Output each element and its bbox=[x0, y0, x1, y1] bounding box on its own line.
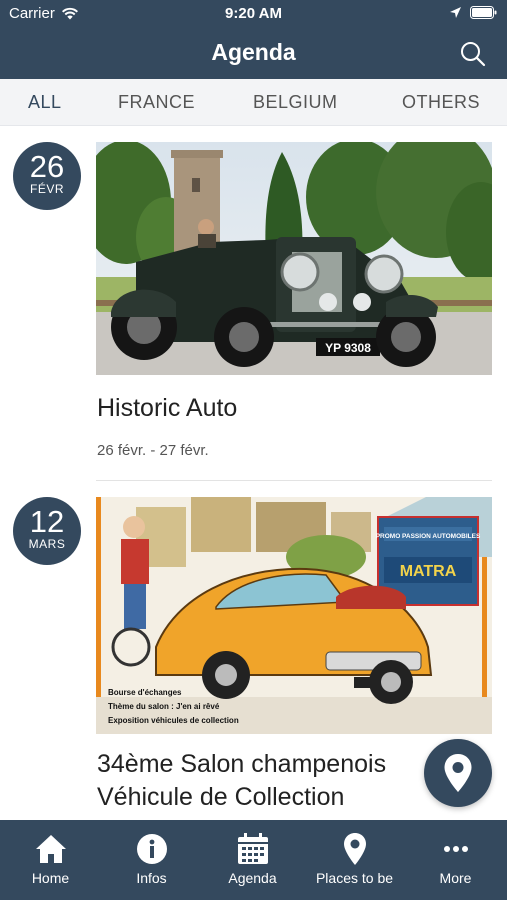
tabbar-item-agenda[interactable]: Agenda bbox=[202, 820, 303, 900]
poster-text: Exposition véhicules de collection bbox=[108, 716, 239, 725]
divider bbox=[96, 480, 492, 481]
tab-france[interactable]: FRANCE bbox=[118, 92, 195, 113]
date-day: 12 bbox=[29, 504, 65, 539]
license-plate-text: YP 9308 bbox=[325, 341, 371, 355]
date-badge: 26 FÉVR bbox=[13, 142, 81, 210]
category-tabs: ALL FRANCE BELGIUM OTHERS bbox=[0, 79, 507, 126]
more-icon bbox=[444, 846, 468, 852]
map-pin-icon bbox=[444, 754, 472, 792]
poster-sign-brand: MATRA bbox=[400, 563, 457, 580]
tab-others[interactable]: OTHERS bbox=[402, 92, 480, 113]
location-arrow-icon bbox=[450, 7, 461, 18]
tabbar-item-more[interactable]: More bbox=[405, 820, 506, 900]
date-month: FÉVR bbox=[29, 182, 64, 196]
search-icon[interactable] bbox=[459, 40, 487, 68]
event-list: 26 FÉVR YP 9308 Historic Auto 26 févr. -… bbox=[0, 126, 507, 820]
status-right bbox=[449, 6, 497, 19]
event-title[interactable]: 34ème Salon champenois Véhicule de Colle… bbox=[97, 748, 437, 814]
tabbar-item-infos[interactable]: Infos bbox=[101, 820, 202, 900]
battery-icon bbox=[470, 6, 497, 19]
vintage-car-photo: YP 9308 bbox=[96, 142, 492, 375]
tabbar-label: More bbox=[439, 870, 472, 886]
info-icon bbox=[137, 834, 167, 864]
tab-belgium[interactable]: BELGIUM bbox=[253, 92, 338, 113]
event-dates: 26 févr. - 27 févr. bbox=[97, 442, 209, 459]
tabbar-item-home[interactable]: Home bbox=[0, 820, 101, 900]
event-title[interactable]: Historic Auto bbox=[97, 392, 437, 425]
page-title: Agenda bbox=[211, 39, 296, 65]
tabbar-label: Home bbox=[31, 870, 70, 886]
map-fab-button[interactable] bbox=[424, 739, 492, 807]
tabbar-item-places[interactable]: Places to be bbox=[304, 820, 405, 900]
poster-sign-text: PROMO PASSION AUTOMOBILES bbox=[376, 533, 481, 540]
matra-poster: PROMO PASSION AUTOMOBILES MATRA Bourse d… bbox=[96, 497, 492, 734]
date-badge: 12 MARS bbox=[13, 497, 81, 565]
tabbar-label: Infos bbox=[136, 870, 167, 886]
home-icon bbox=[36, 835, 66, 863]
bottom-tab-bar: Home Infos Agenda Places to be More bbox=[0, 820, 507, 900]
date-day: 26 bbox=[29, 149, 65, 184]
event-image[interactable]: PROMO PASSION AUTOMOBILES MATRA Bourse d… bbox=[96, 497, 492, 734]
poster-text: Bourse d'échanges bbox=[108, 688, 182, 697]
navigation-bar: Agenda bbox=[0, 28, 507, 79]
date-month: MARS bbox=[28, 537, 66, 551]
status-bar: Carrier 9:20 AM bbox=[0, 0, 507, 28]
poster-text: Thème du salon : J'en ai rêvé bbox=[108, 702, 220, 711]
status-time: 9:20 AM bbox=[225, 5, 282, 22]
calendar-icon bbox=[238, 833, 268, 864]
tabbar-label: Agenda bbox=[228, 870, 277, 886]
tab-all[interactable]: ALL bbox=[28, 92, 62, 113]
map-pin-icon bbox=[344, 833, 366, 865]
tabbar-label: Places to be bbox=[315, 870, 394, 886]
event-image[interactable]: YP 9308 bbox=[96, 142, 492, 375]
